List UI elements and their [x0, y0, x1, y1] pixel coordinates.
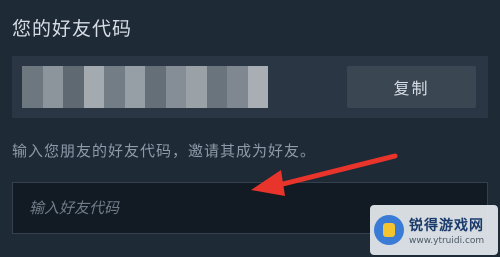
copy-button[interactable]: 复制: [347, 66, 476, 108]
blur-pixel: [145, 66, 166, 108]
friend-code-value-blurred: [22, 66, 268, 108]
watermark-url: www.ytruidi.com: [409, 235, 485, 246]
blur-pixel: [186, 66, 207, 108]
blur-pixel: [83, 66, 104, 108]
watermark-name: 锐得游戏网: [409, 217, 484, 234]
blur-pixel: [165, 66, 186, 108]
friend-code-row: 复制: [12, 56, 488, 118]
blur-pixel: [227, 66, 248, 108]
blur-pixel: [104, 66, 125, 108]
blur-pixel: [22, 66, 43, 108]
blur-pixel: [247, 66, 268, 108]
watermark-logo: 锐得游戏网 www.ytruidi.com: [370, 205, 498, 255]
arrow-shaft: [272, 153, 398, 189]
blur-pixel: [206, 66, 227, 108]
gamepad-logo-icon: [374, 215, 404, 245]
red-arrow-annotation: [251, 153, 398, 196]
blur-pixel: [63, 66, 84, 108]
friend-code-title: 您的好友代码: [12, 18, 133, 40]
arrow-head: [251, 170, 285, 196]
blur-pixel: [124, 66, 145, 108]
blur-pixel: [42, 66, 63, 108]
